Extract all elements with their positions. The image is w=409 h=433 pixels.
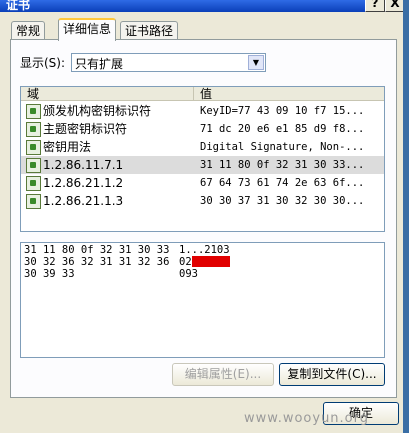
list-item[interactable]: 颁发机构密钥标识符 KeyID=77 43 09 10 f7 15... xyxy=(21,102,384,120)
watermark: www.wooyun.org xyxy=(244,411,370,426)
certificate-extension-icon xyxy=(26,104,41,119)
field-name: 1.2.86.21.1.2 xyxy=(43,176,124,190)
field-name: 颁发机构密钥标识符 xyxy=(43,104,152,118)
certificate-extension-icon xyxy=(26,176,41,191)
field-name: 主题密钥标识符 xyxy=(43,122,128,136)
edit-properties-button[interactable]: 编辑属性(E)... xyxy=(172,363,274,386)
ascii-line: 1...2103 xyxy=(179,244,230,256)
field-value: Digital Signature, Non-... xyxy=(200,141,365,153)
value-detail-box[interactable]: 31 11 80 0f 32 31 30 33 1...2103 30 32 3… xyxy=(20,242,385,358)
certificate-extension-icon xyxy=(26,122,41,137)
ascii-line: 093 xyxy=(179,268,198,280)
show-label: 显示(S): xyxy=(20,56,66,70)
column-header-value[interactable]: 值 xyxy=(194,87,384,101)
column-header-field[interactable]: 域 xyxy=(21,87,194,101)
hex-line: 31 11 80 0f 32 31 30 33 xyxy=(24,244,170,256)
fields-list[interactable]: 域 值 颁发机构密钥标识符 KeyID=77 43 09 10 f7 15...… xyxy=(20,86,385,232)
show-dropdown-value: 只有扩展 xyxy=(75,57,124,71)
copy-to-file-button[interactable]: 复制到文件(C)... xyxy=(279,363,385,386)
tab-certification-path[interactable]: 证书路径 xyxy=(120,21,179,40)
redaction-mark xyxy=(192,256,230,267)
certificate-extension-icon xyxy=(26,194,41,209)
close-button[interactable]: X xyxy=(385,0,405,12)
help-button[interactable]: ? xyxy=(365,0,385,12)
ascii-line: 02 xyxy=(179,256,192,268)
chevron-down-icon[interactable]: ▼ xyxy=(248,55,264,70)
background-window-edge xyxy=(403,0,409,433)
certificate-extension-icon xyxy=(26,158,41,173)
hex-line: 30 32 36 32 31 31 32 36 xyxy=(24,256,170,268)
field-value: 31 11 80 0f 32 31 30 33... xyxy=(200,159,365,171)
field-value: 71 dc 20 e6 e1 85 d9 f8... xyxy=(200,123,365,135)
list-item[interactable]: 密钥用法 Digital Signature, Non-... xyxy=(21,138,384,156)
show-dropdown[interactable]: 只有扩展 ▼ xyxy=(71,53,266,72)
hex-line: 30 39 33 xyxy=(24,268,75,280)
field-value: KeyID=77 43 09 10 f7 15... xyxy=(200,105,365,117)
window-title: 证书 xyxy=(6,0,31,12)
tab-details[interactable]: 详细信息 xyxy=(58,18,117,41)
list-item[interactable]: 1.2.86.21.1.3 30 30 37 31 30 32 30 30... xyxy=(21,192,384,210)
field-value: 67 64 73 61 74 2e 63 6f... xyxy=(200,177,365,189)
field-name: 密钥用法 xyxy=(43,140,92,154)
list-item[interactable]: 主题密钥标识符 71 dc 20 e6 e1 85 d9 f8... xyxy=(21,120,384,138)
certificate-extension-icon xyxy=(26,140,41,155)
title-bar: 证书 ? X xyxy=(0,0,409,12)
list-item[interactable]: 1.2.86.21.1.2 67 64 73 61 74 2e 63 6f... xyxy=(21,174,384,192)
tab-general[interactable]: 常规 xyxy=(11,21,46,40)
field-name: 1.2.86.11.7.1 xyxy=(43,158,124,172)
field-name: 1.2.86.21.1.3 xyxy=(43,194,124,208)
field-value: 30 30 37 31 30 32 30 30... xyxy=(200,195,365,207)
list-item-selected[interactable]: 1.2.86.11.7.1 31 11 80 0f 32 31 30 33... xyxy=(21,156,384,174)
